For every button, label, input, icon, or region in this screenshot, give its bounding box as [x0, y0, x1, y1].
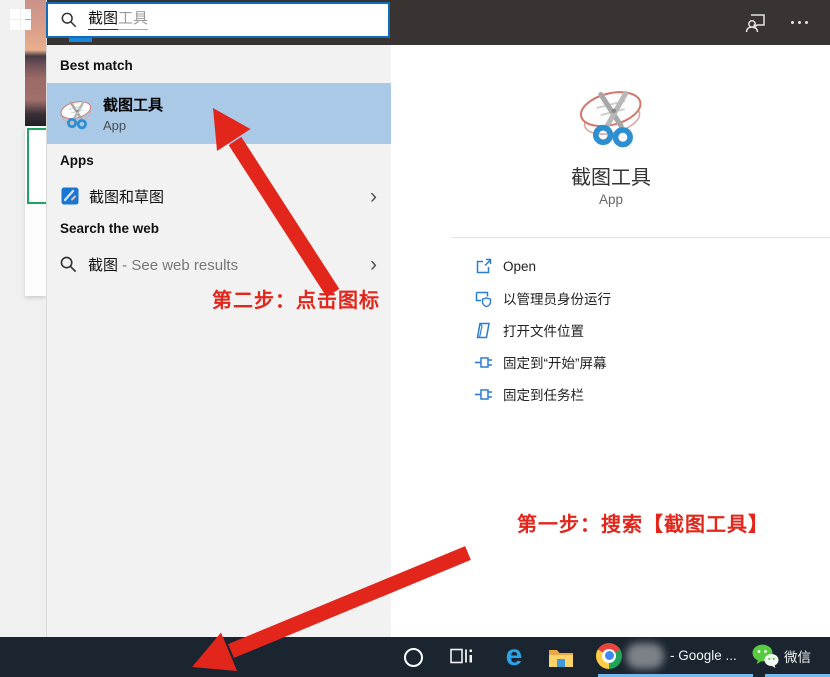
search-input-text: 截图 [88, 10, 118, 30]
search-icon [60, 11, 78, 29]
chevron-right-icon: › [370, 254, 377, 275]
best-match-result[interactable]: 截图工具 App [47, 83, 391, 144]
preview-divider [451, 237, 830, 238]
annotation-step2: 第二步：点击图标 [212, 284, 380, 313]
cortana-icon[interactable] [404, 648, 423, 667]
chevron-right-icon: › [370, 186, 377, 207]
admin-shield-icon [474, 289, 493, 308]
action-open[interactable]: Open [391, 250, 830, 282]
context-actions: Open 以管理员身份运行 打开文件 [391, 250, 830, 410]
search-results-body: Best match 截图工具 App Apps 截图和草图 [47, 45, 830, 637]
action-pin-to-start[interactable]: 固定到“开始”屏幕 [391, 346, 830, 378]
open-icon [474, 257, 493, 276]
search-flyout: All Apps Documents Web More Best match [46, 0, 830, 637]
pin-icon [474, 385, 493, 404]
search-icon [59, 255, 78, 274]
annotation-step1: 第一步：搜索【截图工具】 [517, 508, 769, 537]
chrome-icon [596, 643, 622, 669]
app-result-label: 截图和草图 [89, 186, 164, 207]
screen: All Apps Documents Web More Best match [0, 0, 830, 677]
wechat-label: 微信 [784, 646, 811, 666]
preview-panel: 截图工具 App Open [391, 45, 830, 637]
ellipsis-menu-icon[interactable] [791, 21, 808, 24]
app-result-snip-sketch[interactable]: 截图和草图 › [47, 178, 391, 214]
snipping-tool-icon-large [571, 81, 651, 153]
background-window [25, 126, 46, 296]
wechat-taskbar-button[interactable]: 微信 [752, 637, 811, 674]
task-view-icon[interactable] [449, 646, 473, 667]
web-search-result[interactable]: 截图 - See web results › [47, 246, 391, 282]
preview-app-type: App [391, 192, 830, 207]
snip-sketch-icon [61, 187, 79, 205]
chrome-window-label: - Google ... [670, 648, 737, 663]
snipping-tool-icon [58, 96, 94, 132]
desktop-backdrop [0, 0, 46, 637]
best-match-type: App [103, 118, 163, 133]
action-pin-to-taskbar[interactable]: 固定到任务栏 [391, 378, 830, 410]
apps-section-label: Apps [60, 153, 94, 168]
action-open-file-location[interactable]: 打开文件位置 [391, 314, 830, 346]
search-ime-composition: 工具 [118, 10, 148, 30]
web-section-label: Search the web [60, 221, 159, 236]
pin-icon [474, 353, 493, 372]
edge-icon[interactable]: e [500, 639, 528, 675]
taskbar-search-box[interactable]: 截图 工具 [46, 2, 390, 38]
file-location-icon [474, 321, 493, 340]
best-match-section-label: Best match [60, 58, 133, 73]
web-result-label: 截图 - See web results [88, 254, 238, 275]
action-run-as-admin[interactable]: 以管理员身份运行 [391, 282, 830, 314]
start-button[interactable] [10, 9, 34, 31]
file-explorer-icon[interactable] [548, 647, 574, 668]
chrome-taskbar-button[interactable]: - Google ... [596, 637, 737, 674]
preview-app-title: 截图工具 [391, 161, 830, 190]
blurred-window-title [626, 643, 664, 669]
results-panel: Best match 截图工具 App Apps 截图和草图 [47, 45, 391, 637]
user-account-icon[interactable] [745, 13, 767, 33]
best-match-title: 截图工具 [103, 94, 163, 115]
wechat-icon [752, 644, 779, 668]
